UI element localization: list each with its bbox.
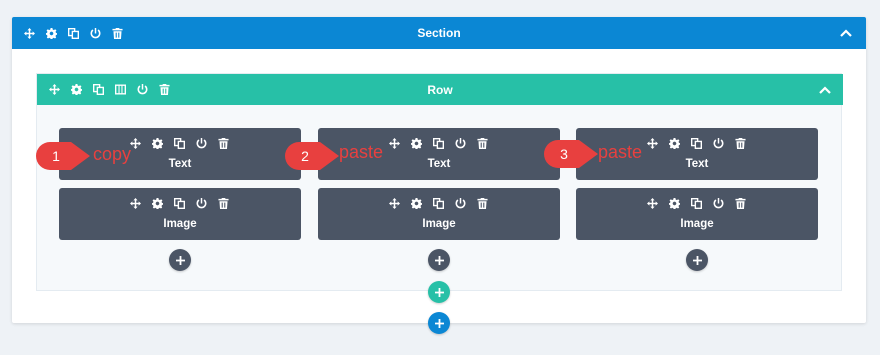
module-label: Image	[163, 218, 197, 230]
move-icon[interactable]	[130, 198, 141, 209]
duplicate-icon[interactable]	[174, 198, 185, 209]
toggle-icon[interactable]	[196, 138, 207, 149]
delete-icon[interactable]	[477, 138, 488, 149]
delete-icon[interactable]	[218, 138, 229, 149]
module-controls	[389, 138, 499, 149]
annotation-paste-text: paste	[339, 142, 384, 162]
duplicate-icon[interactable]	[174, 138, 185, 149]
delete-icon[interactable]	[477, 198, 488, 209]
toggle-icon[interactable]	[455, 198, 466, 209]
settings-icon[interactable]	[411, 138, 422, 149]
settings-icon[interactable]	[152, 198, 163, 209]
plus-icon	[693, 256, 702, 265]
module-controls	[130, 198, 240, 209]
toggle-icon[interactable]	[455, 138, 466, 149]
move-icon[interactable]	[647, 138, 658, 149]
add-module-button[interactable]	[169, 249, 191, 271]
delete-icon[interactable]	[735, 198, 746, 209]
duplicate-icon[interactable]	[691, 138, 702, 149]
move-icon[interactable]	[647, 198, 658, 209]
duplicate-icon[interactable]	[691, 198, 702, 209]
chevron-up-icon[interactable]	[840, 29, 852, 37]
module-controls	[647, 198, 757, 209]
plus-icon	[176, 256, 185, 265]
settings-icon[interactable]	[152, 138, 163, 149]
settings-icon[interactable]	[669, 198, 680, 209]
module-controls	[647, 138, 757, 149]
module-controls	[389, 198, 499, 209]
annotation-badge-1: 1	[35, 141, 91, 171]
settings-icon[interactable]	[411, 198, 422, 209]
add-module-button[interactable]	[686, 249, 708, 271]
duplicate-icon[interactable]	[433, 198, 444, 209]
toggle-icon[interactable]	[196, 198, 207, 209]
duplicate-icon[interactable]	[433, 138, 444, 149]
add-row-button[interactable]	[428, 281, 450, 303]
toggle-icon[interactable]	[713, 198, 724, 209]
annotation-paste-text: paste	[598, 142, 643, 162]
annotation-copy-text: copy	[93, 144, 132, 164]
move-icon[interactable]	[389, 198, 400, 209]
module-controls	[130, 138, 240, 149]
badge-number: 3	[560, 146, 568, 162]
image-module[interactable]: Image	[576, 188, 818, 240]
image-module[interactable]: Image	[318, 188, 560, 240]
badge-number: 1	[52, 148, 60, 164]
plus-icon	[435, 319, 444, 328]
row-title: Row	[427, 83, 453, 97]
annotation-badge-3: 3	[543, 139, 599, 169]
add-module-button[interactable]	[428, 249, 450, 271]
settings-icon[interactable]	[669, 138, 680, 149]
move-icon[interactable]	[389, 138, 400, 149]
delete-icon[interactable]	[218, 198, 229, 209]
move-icon[interactable]	[130, 138, 141, 149]
plus-icon	[435, 256, 444, 265]
module-label: Image	[680, 218, 714, 230]
section-title: Section	[417, 26, 461, 40]
annotation-badge-2: 2	[284, 141, 340, 171]
toggle-icon[interactable]	[713, 138, 724, 149]
section-header[interactable]: Section	[12, 17, 866, 49]
row-header[interactable]: Row	[37, 74, 843, 105]
plus-icon	[435, 288, 444, 297]
add-section-button[interactable]	[428, 312, 450, 334]
badge-number: 2	[301, 148, 309, 164]
module-label: Image	[422, 218, 456, 230]
image-module[interactable]: Image	[59, 188, 301, 240]
delete-icon[interactable]	[735, 138, 746, 149]
chevron-up-icon[interactable]	[819, 86, 831, 94]
